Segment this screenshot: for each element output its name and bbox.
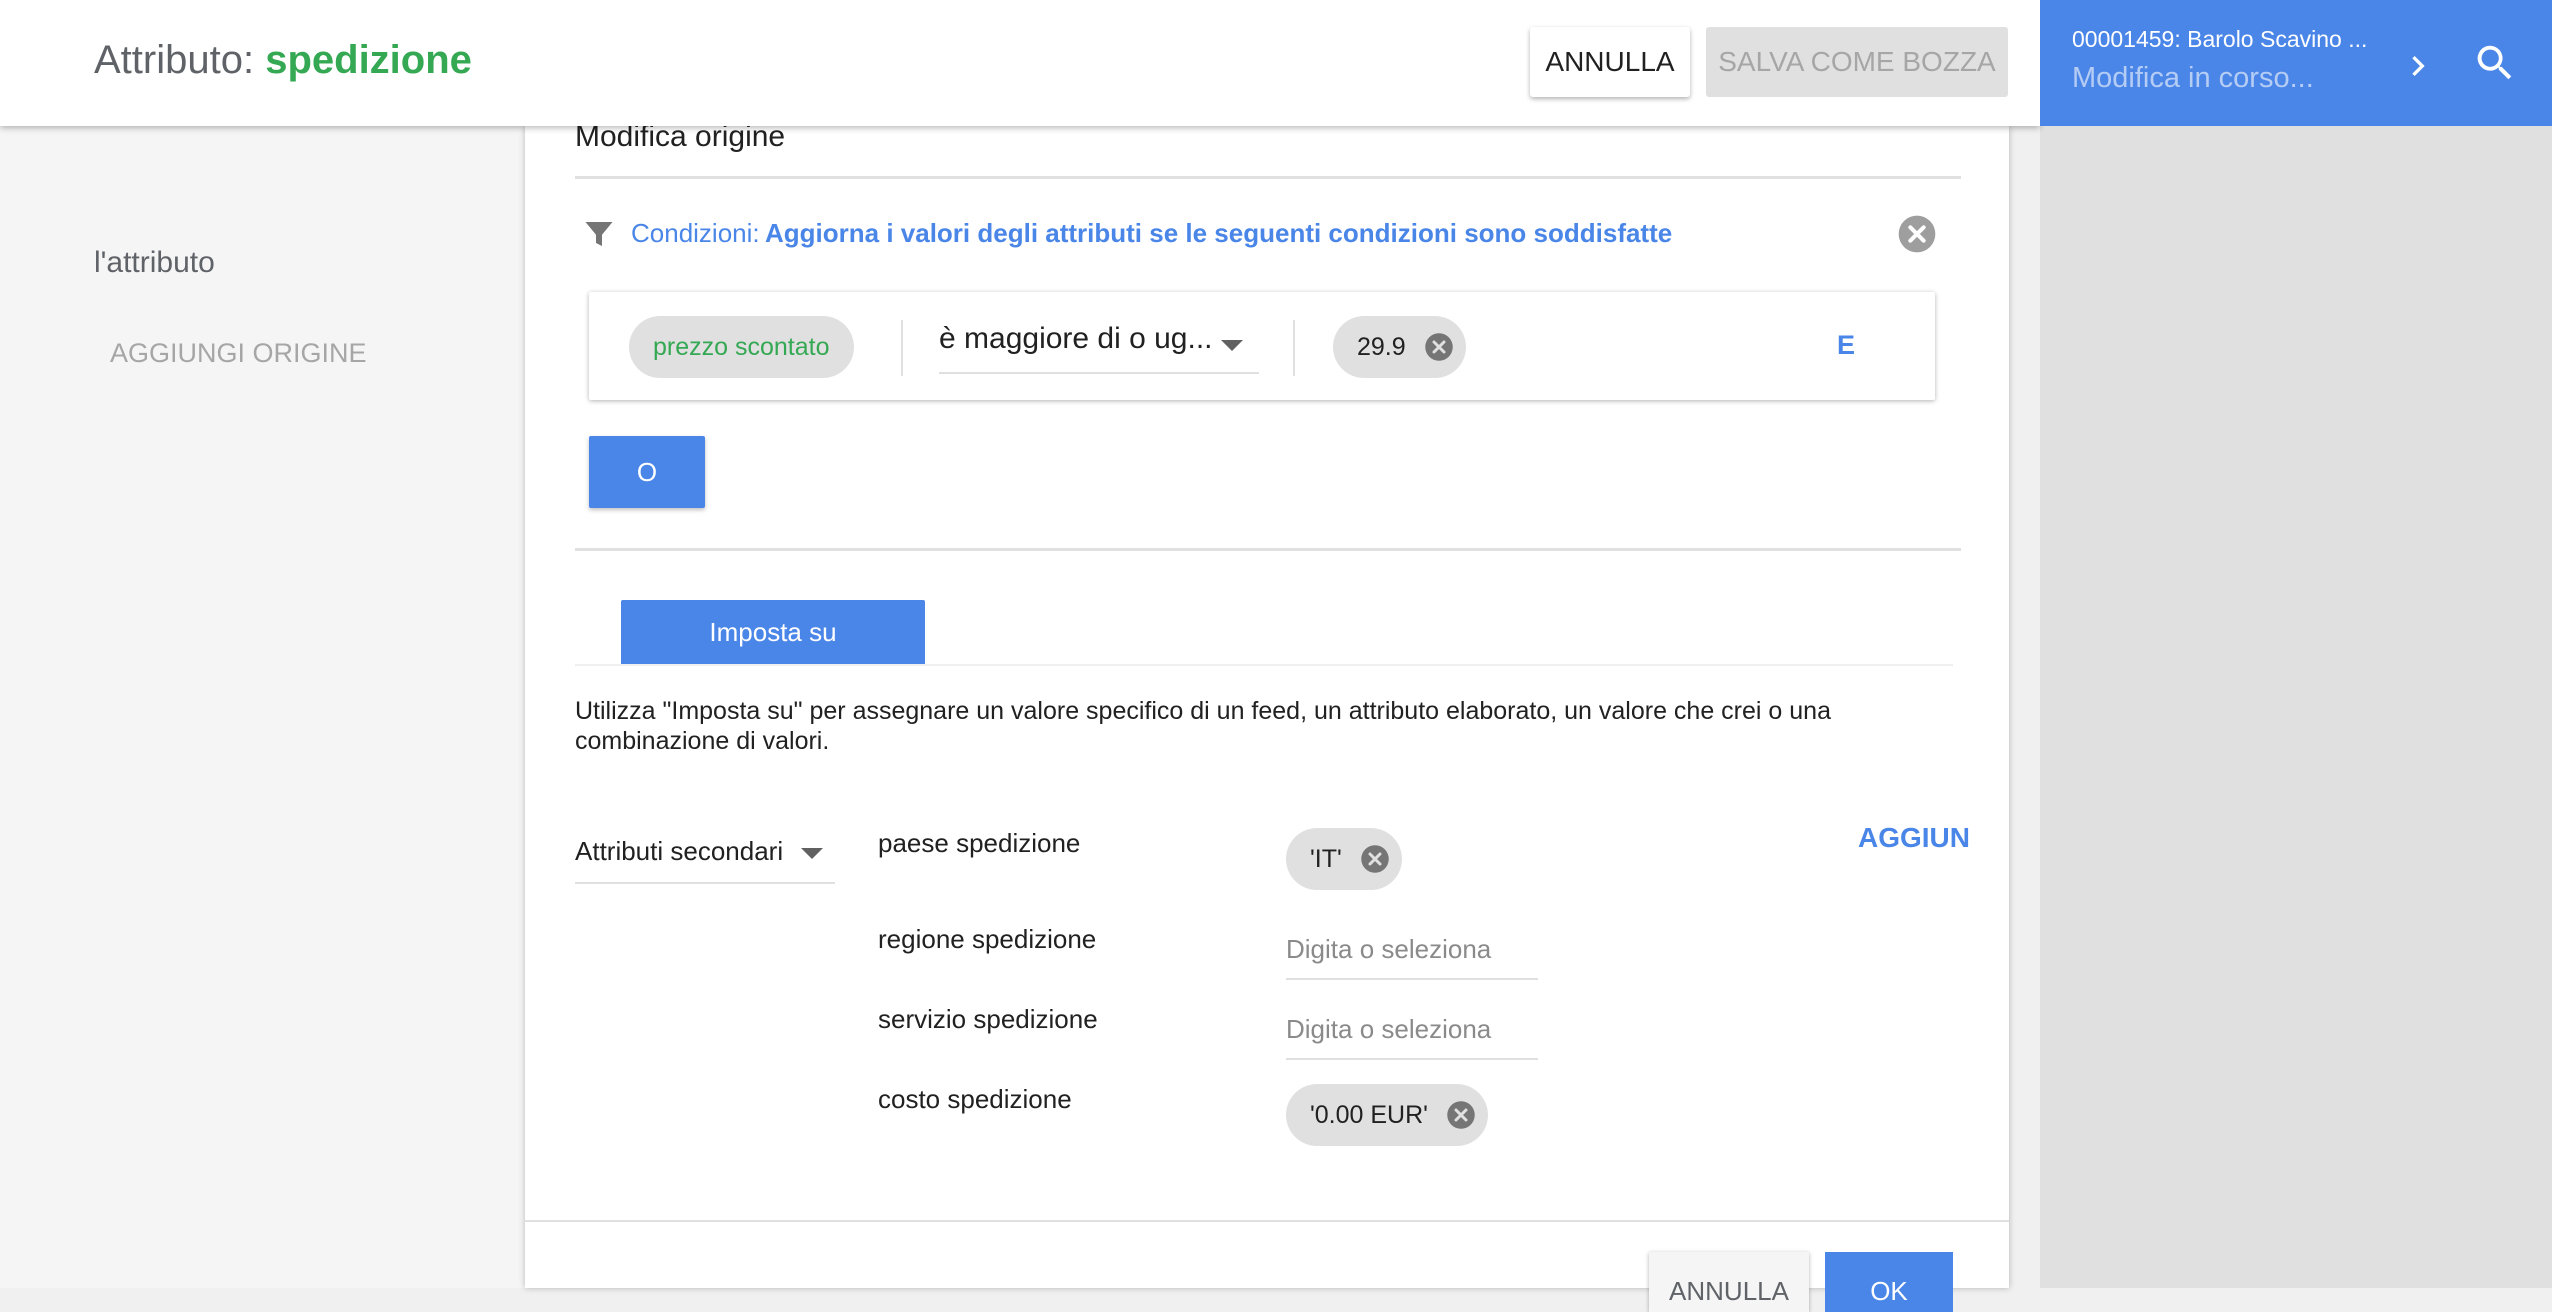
footer-ok-button[interactable]: OK <box>1825 1252 1953 1312</box>
divider <box>575 548 1961 551</box>
cost-chip-text: '0.00 EUR' <box>1310 1100 1428 1129</box>
edit-origin-dialog: Modifica origine Condizioni: Aggiorna i … <box>525 120 2009 1312</box>
secondary-attributes-dropdown[interactable]: Attributi secondari <box>575 826 835 884</box>
field-label-country: paese spedizione <box>878 828 1081 858</box>
or-button[interactable]: O <box>589 436 705 508</box>
separator <box>901 320 903 376</box>
header-bar: Attributo: spedizione ANNULLA SALVA COME… <box>0 0 2040 126</box>
service-input[interactable]: Digita o seleziona <box>1286 1000 1538 1060</box>
remove-chip-icon[interactable] <box>1360 844 1390 874</box>
close-icon[interactable] <box>1897 214 1937 254</box>
field-label-cost: costo spedizione <box>878 1084 1072 1114</box>
footer-cancel-button[interactable]: ANNULLA <box>1649 1252 1809 1312</box>
add-button[interactable]: AGGIUN <box>1858 822 1970 854</box>
attribute-chip[interactable]: prezzo scontato <box>629 316 854 378</box>
left-pane-text: l'attributo <box>94 246 215 279</box>
description-text: Utilizza "Imposta su" per assegnare un v… <box>575 697 1831 755</box>
operator-value: è maggiore di o ug... <box>939 322 1213 355</box>
footer-divider <box>525 1220 2009 1222</box>
secondary-attributes-value: Attributi secondari <box>575 836 784 866</box>
chevron-right-icon[interactable] <box>2398 46 2438 86</box>
page-title: Attributo: spedizione <box>94 38 472 83</box>
save-draft-button[interactable]: SALVA COME BOZZA <box>1706 27 2008 97</box>
country-chip-text: 'IT' <box>1310 844 1342 873</box>
and-button[interactable]: E <box>1837 330 1855 361</box>
operator-dropdown[interactable]: è maggiore di o ug... <box>939 320 1259 374</box>
page-title-prefix: Attributo: <box>94 38 266 82</box>
dropdown-caret-icon <box>1221 340 1243 351</box>
left-pane: l'attributo AGGIUNGI ORIGINE <box>0 126 525 1288</box>
item-title: 00001459: Barolo Scavino ... <box>2072 26 2368 52</box>
country-chip: 'IT' <box>1286 828 1402 890</box>
value-chip: 29.9 <box>1333 316 1466 378</box>
field-label-region: regione spedizione <box>878 924 1097 954</box>
tab-underline <box>575 664 1953 666</box>
item-status: Modifica in corso... <box>2072 62 2314 94</box>
value-chip-text: 29.9 <box>1357 332 1406 361</box>
cost-chip: '0.00 EUR' <box>1286 1084 1488 1146</box>
dropdown-caret-icon <box>801 848 823 859</box>
divider <box>575 176 1961 179</box>
search-icon[interactable] <box>2472 40 2518 86</box>
conditions-text: Aggiorna i valori degli attributi se le … <box>765 218 1673 248</box>
condition-row: prezzo scontato è maggiore di o ug... 29… <box>589 292 1935 400</box>
cancel-button[interactable]: ANNULLA <box>1530 27 1690 97</box>
item-panel-header[interactable]: 00001459: Barolo Scavino ... Modifica in… <box>2040 0 2552 126</box>
tab-imposta-su[interactable]: Imposta su <box>621 600 925 664</box>
add-origin-link[interactable]: AGGIUNGI ORIGINE <box>110 338 367 369</box>
page-title-attribute: spedizione <box>265 38 472 82</box>
right-side-panel <box>2040 126 2552 1288</box>
remove-chip-icon[interactable] <box>1424 332 1454 362</box>
remove-chip-icon[interactable] <box>1446 1100 1476 1130</box>
separator <box>1293 320 1295 376</box>
region-input[interactable]: Digita o seleziona <box>1286 920 1538 980</box>
field-label-service: servizio spedizione <box>878 1004 1098 1034</box>
conditions-label: Condizioni: <box>631 218 760 248</box>
filter-icon <box>585 222 613 246</box>
